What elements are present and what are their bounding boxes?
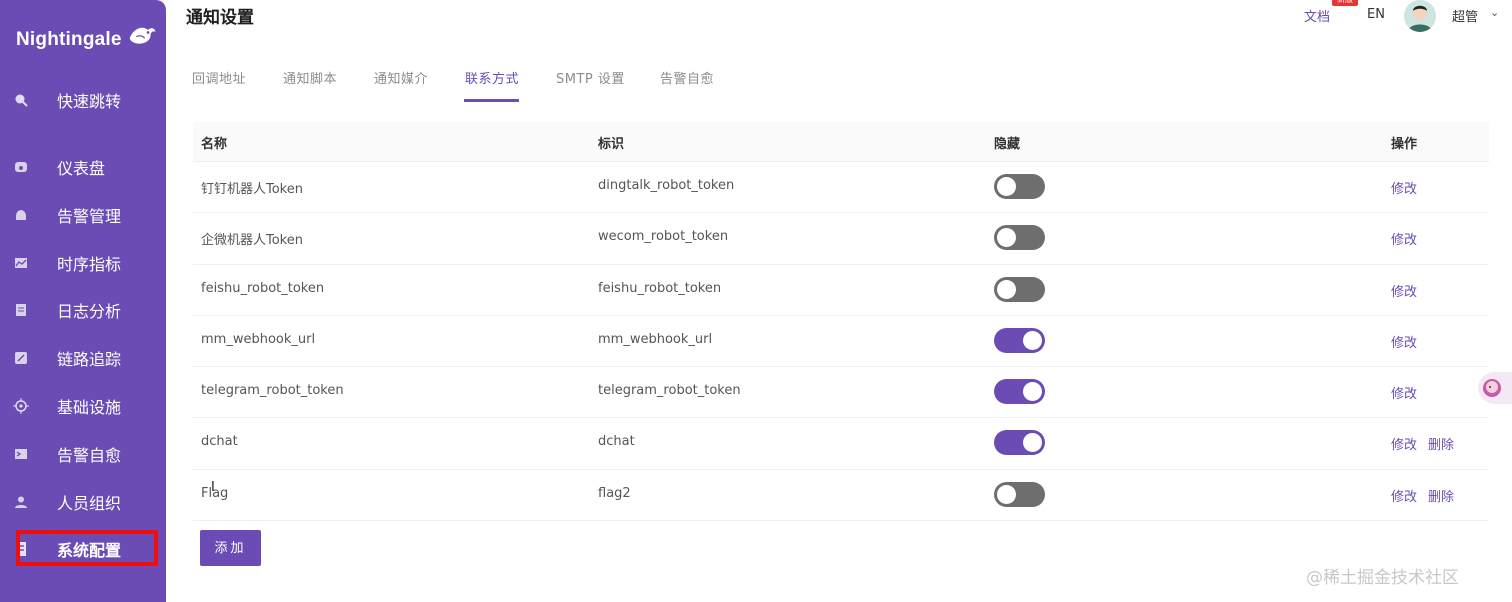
sidebar-item-label: 快速跳转 — [57, 92, 122, 111]
row-name: feishu_robot_token — [201, 280, 325, 296]
row-name: telegram_robot_token — [201, 383, 344, 399]
sidebar-item-log-analysis[interactable]: 日志分析 — [0, 290, 166, 330]
tab-callback-address[interactable]: 回调地址 — [192, 68, 246, 87]
row-ident: wecom_robot_token — [598, 229, 729, 245]
trace-icon — [12, 349, 30, 367]
row-ident: feishu_robot_token — [598, 280, 722, 296]
docs-link[interactable]: 文档 — [1304, 6, 1330, 25]
row-name: mm_webhook_url — [201, 331, 316, 347]
sidebar-item-label: 告警自愈 — [57, 446, 122, 465]
sidebar-item-alert-management[interactable]: 告警管理 — [0, 195, 166, 235]
hidden-toggle[interactable] — [994, 174, 1045, 199]
user-icon — [12, 493, 30, 511]
chevron-down-icon[interactable]: ⌄ — [1490, 6, 1499, 19]
row-ident: mm_webhook_url — [598, 331, 713, 347]
table-row: mm_webhook_url mm_webhook_url 修改 — [193, 316, 1489, 368]
sidebar-item-label: 仪表盘 — [57, 159, 106, 178]
table-row: 企微机器人Token wecom_robot_token 修改 — [193, 213, 1489, 265]
sidebar-item-users-org[interactable]: 人员组织 — [0, 482, 166, 522]
table-row: Flag flag2 修改 删除 — [193, 470, 1489, 522]
page-title: 通知设置 — [186, 8, 254, 28]
hidden-toggle[interactable] — [994, 276, 1045, 302]
settings-icon — [12, 540, 30, 558]
hidden-toggle[interactable] — [994, 327, 1045, 353]
nightingale-bird-icon — [129, 27, 156, 44]
row-name: 企微机器人Token — [201, 233, 303, 249]
column-header-ident: 标识 — [598, 137, 625, 152]
language-switch[interactable]: EN — [1367, 7, 1385, 22]
sidebar-item-alert-self-healing[interactable]: 告警自愈 — [0, 434, 166, 474]
sidebar-item-label: 日志分析 — [57, 302, 122, 321]
row-name: 钉钉机器人Token — [201, 182, 303, 197]
watermark: @稀土掘金技术社区 — [1306, 568, 1459, 588]
tab-smtp-settings[interactable]: SMTP 设置 — [556, 68, 625, 87]
table-row: 钉钉机器人Token dingtalk_robot_token 修改 — [193, 162, 1489, 214]
table-header: 名称 标识 隐藏 操作 — [193, 122, 1489, 162]
text-cursor-icon: I — [211, 480, 215, 495]
sidebar-item-label: 时序指标 — [57, 255, 122, 274]
row-ident: telegram_robot_token — [598, 383, 741, 399]
edit-button[interactable]: 修改 — [1391, 229, 1417, 248]
search-icon — [12, 91, 30, 109]
row-name: dchat — [201, 434, 238, 450]
avatar[interactable] — [1404, 0, 1436, 32]
edit-button[interactable]: 修改 — [1391, 281, 1417, 300]
logo[interactable]: Nightingale — [16, 20, 156, 60]
sidebar-item-label: 系统配置 — [57, 541, 122, 560]
row-ident: dchat — [598, 434, 635, 450]
tab-contact-methods[interactable]: 联系方式 — [465, 68, 519, 87]
edit-button[interactable]: 修改 — [1391, 178, 1417, 197]
row-ident: dingtalk_robot_token — [598, 178, 735, 193]
edit-button[interactable]: 修改 — [1391, 332, 1417, 351]
add-button[interactable]: 添加 — [200, 530, 261, 566]
sidebar-item-tracing[interactable]: 链路追踪 — [0, 338, 166, 378]
hidden-toggle[interactable] — [994, 481, 1045, 507]
hidden-toggle[interactable] — [994, 430, 1045, 456]
column-header-name: 名称 — [201, 137, 228, 152]
sidebar-item-system-config[interactable]: 系统配置 — [0, 529, 166, 569]
delete-button[interactable]: 删除 — [1428, 486, 1454, 505]
sidebar-item-label: 告警管理 — [57, 207, 122, 226]
line-chart-icon — [12, 254, 30, 272]
contacts-table: 名称 标识 隐藏 操作 钉钉机器人Token dingtalk_robot_to… — [193, 122, 1489, 522]
tab-alert-self-healing[interactable]: 告警自愈 — [660, 68, 714, 87]
logo-text: Nightingale — [16, 29, 122, 50]
terminal-icon — [12, 445, 30, 463]
infrastructure-icon — [12, 397, 30, 415]
edit-button[interactable]: 修改 — [1391, 383, 1417, 402]
table-row: feishu_robot_token feishu_robot_token 修改 — [193, 265, 1489, 316]
sidebar-item-label: 基础设施 — [57, 398, 122, 417]
tab-notify-script[interactable]: 通知脚本 — [283, 68, 337, 87]
sidebar-item-quick-jump[interactable]: 快速跳转 — [0, 80, 166, 120]
hidden-toggle[interactable] — [994, 225, 1045, 251]
sidebar-item-infrastructure[interactable]: 基础设施 — [0, 386, 166, 426]
tab-notify-media[interactable]: 通知媒介 — [374, 68, 428, 87]
dashboard-icon — [12, 158, 30, 176]
hidden-toggle[interactable] — [994, 379, 1045, 405]
sidebar-item-label: 人员组织 — [57, 494, 122, 513]
table-row: dchat dchat 修改 删除 — [193, 418, 1489, 470]
floating-assistant-avatar[interactable] — [1478, 372, 1512, 404]
column-header-actions: 操作 — [1391, 137, 1418, 152]
edit-button[interactable]: 修改 — [1391, 434, 1417, 453]
sidebar: Nightingale 快速跳转 仪表盘 告警管理 时序指标 日志分析 链路追踪… — [0, 0, 166, 602]
delete-button[interactable]: 删除 — [1428, 434, 1454, 453]
column-header-hidden: 隐藏 — [994, 137, 1021, 152]
row-ident: flag2 — [598, 485, 631, 501]
alarm-bell-icon — [12, 206, 30, 224]
user-name[interactable]: 超管 — [1452, 6, 1478, 25]
table-row: telegram_robot_token telegram_robot_toke… — [193, 367, 1489, 419]
edit-button[interactable]: 修改 — [1391, 486, 1417, 505]
active-tab-indicator — [464, 99, 519, 102]
sidebar-item-metrics[interactable]: 时序指标 — [0, 243, 166, 283]
new-badge: 新版 — [1332, 0, 1358, 6]
log-document-icon — [12, 301, 30, 319]
sidebar-item-label: 链路追踪 — [57, 350, 122, 369]
sidebar-item-dashboard[interactable]: 仪表盘 — [0, 147, 166, 187]
